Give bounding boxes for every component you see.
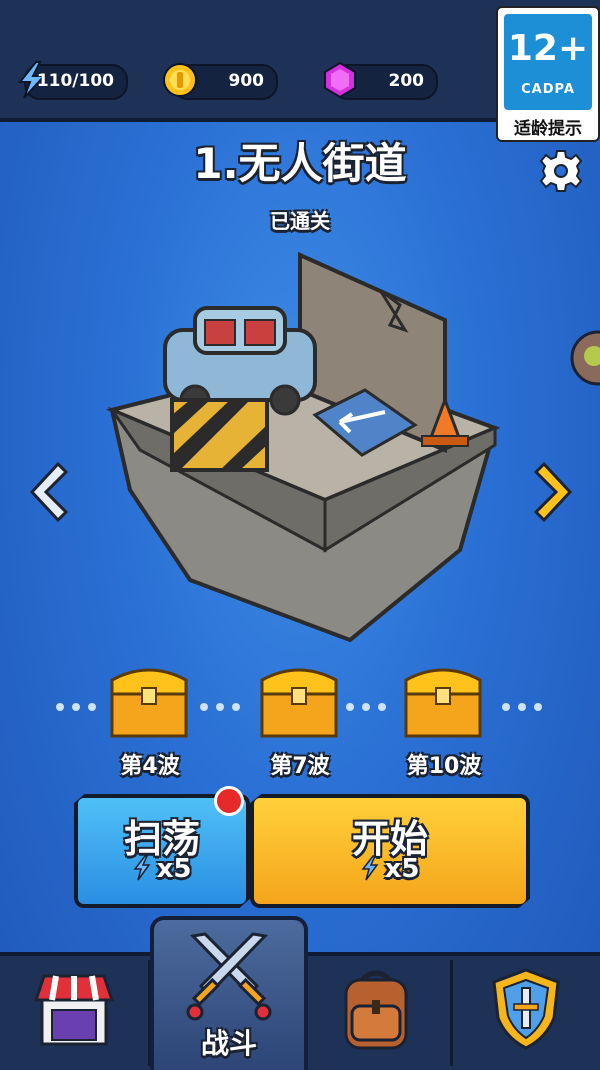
track-dot — [346, 703, 354, 711]
shop-icon — [33, 974, 115, 1046]
track-dot — [88, 703, 96, 711]
side-event-icon[interactable] — [568, 328, 600, 388]
swords-icon — [186, 932, 272, 1021]
coin-counter[interactable]: 900 — [163, 63, 278, 100]
chest-icon[interactable] — [106, 660, 192, 740]
track-dot — [216, 703, 224, 711]
coin-value: 900 — [228, 71, 265, 91]
energy-bolt-icon — [133, 855, 151, 881]
nav-tab-shop[interactable] — [0, 956, 148, 1066]
shield-icon — [492, 968, 560, 1050]
level-title: 1.无人街道 — [193, 139, 407, 188]
chest-icon[interactable] — [400, 660, 486, 740]
track-dot — [200, 703, 208, 711]
level-scene-illustration[interactable] — [100, 250, 500, 650]
track-dot — [502, 703, 510, 711]
start-cost: x5 — [254, 854, 526, 884]
age-rating-panel: 12+ CADPA — [504, 14, 592, 110]
age-rating-badge[interactable]: 12+ CADPA 适龄提示 — [496, 6, 600, 142]
age-rating-org: CADPA — [521, 82, 575, 97]
level-status: 已通关 — [270, 209, 330, 233]
backpack-icon — [344, 970, 408, 1050]
nav-tab-backpack[interactable] — [302, 956, 450, 1066]
start-button[interactable]: 开始 x5 — [250, 794, 530, 908]
track-dot — [378, 703, 386, 711]
coin-icon — [163, 63, 197, 97]
gem-counter[interactable]: 200 — [324, 61, 438, 100]
energy-counter[interactable]: 110/100 — [17, 61, 128, 100]
energy-value: 110/100 — [36, 71, 114, 91]
gem-icon — [324, 61, 356, 99]
arrow-left-icon[interactable] — [28, 460, 70, 524]
sweep-cost: x5 — [78, 854, 246, 884]
gear-icon[interactable] — [538, 148, 584, 194]
track-dot — [72, 703, 80, 711]
arrow-right-icon[interactable] — [532, 460, 574, 524]
sweep-cost-value: x5 — [156, 854, 192, 884]
reward-wave-label: 第4波 — [120, 754, 180, 779]
notification-dot — [214, 786, 244, 816]
start-cost-value: x5 — [384, 854, 420, 884]
track-dot — [56, 703, 64, 711]
track-dot — [232, 703, 240, 711]
energy-bolt-icon — [361, 855, 379, 881]
reward-wave-label: 第10波 — [406, 754, 482, 779]
gem-value: 200 — [388, 71, 425, 91]
track-dot — [362, 703, 370, 711]
track-dot — [534, 703, 542, 711]
nav-tab-battle[interactable]: 战斗 — [150, 916, 308, 1070]
reward-wave-label: 第7波 — [270, 754, 330, 779]
age-rating-number: 12+ — [507, 28, 589, 69]
track-dot — [518, 703, 526, 711]
nav-tab-hero[interactable] — [452, 956, 600, 1066]
nav-battle-label: 战斗 — [200, 1027, 257, 1060]
chest-icon[interactable] — [256, 660, 342, 740]
